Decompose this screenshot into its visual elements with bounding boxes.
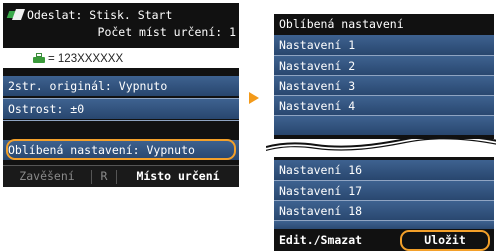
favorites-screen: Oblíbená nastavení Nastavení 1 Nastavení…	[274, 14, 494, 251]
favorites-highlight	[6, 139, 236, 160]
favorite-item-label: Nastavení 2	[279, 59, 356, 73]
button-bar: Edit./Smazat Uložit	[274, 229, 494, 251]
favorite-item-4[interactable]: Nastavení 4	[274, 95, 494, 116]
favorite-item-3[interactable]: Nastavení 3	[274, 75, 494, 96]
favorite-item-17[interactable]: Nastavení 17	[274, 180, 494, 201]
favorite-item-label: Nastavení 4	[279, 99, 356, 113]
hook-label: Zavěšení	[19, 169, 75, 183]
favorite-item-16[interactable]: Nastavení 16	[274, 160, 494, 180]
save-button[interactable]: Uložit	[400, 230, 490, 251]
r-button[interactable]: R	[92, 166, 116, 187]
favorite-item-label: Nastavení 1	[279, 38, 356, 52]
favorite-item-partial	[274, 115, 494, 135]
fax-number-row[interactable]: = 123XXXXXX	[3, 48, 239, 68]
bottom-bar: Zavěšení R Místo určení	[3, 165, 239, 187]
list-break-wave	[266, 135, 496, 157]
arrow-right-icon	[249, 92, 259, 104]
setting-sharpness[interactable]: Ostrost: ±0	[3, 98, 239, 119]
destination-count: Počet míst určení: 1	[3, 22, 239, 42]
edit-delete-button[interactable]: Edit./Smazat	[279, 230, 362, 250]
destination-label: Místo určení	[136, 169, 220, 183]
setting-duplex-label: 2str. originál: Vypnuto	[8, 79, 168, 93]
r-label: R	[100, 169, 108, 183]
favorites-title-label: Oblíbená nastavení	[279, 17, 404, 31]
favorite-item-2[interactable]: Nastavení 2	[274, 55, 494, 76]
fax-number: = 123XXXXXX	[48, 53, 124, 65]
fax-icon	[33, 53, 45, 63]
favorite-item-label: Nastavení 17	[279, 184, 363, 198]
favorite-item-label: Nastavení 3	[279, 79, 356, 93]
favorite-item-label: Nastavení 16	[279, 163, 363, 177]
favorite-item-1[interactable]: Nastavení 1	[274, 35, 494, 55]
setting-spacer	[3, 120, 239, 121]
send-screen: Odeslat: Stisk. Start Počet míst určení:…	[3, 3, 239, 187]
destination-button[interactable]: Místo určení	[117, 166, 239, 187]
favorite-item-label: Nastavení 18	[279, 204, 363, 218]
send-icon	[6, 9, 26, 20]
setting-sharpness-label: Ostrost: ±0	[8, 102, 85, 116]
status-label: Odeslat: Stisk. Start	[27, 8, 173, 22]
destination-count-label: Počet míst určení: 1	[97, 25, 236, 39]
favorites-title: Oblíbená nastavení	[274, 14, 494, 34]
setting-duplex[interactable]: 2str. originál: Vypnuto	[3, 76, 239, 96]
favorite-item-18[interactable]: Nastavení 18	[274, 200, 494, 221]
save-label: Uložit	[424, 233, 466, 247]
hook-button[interactable]: Zavěšení	[3, 166, 91, 187]
